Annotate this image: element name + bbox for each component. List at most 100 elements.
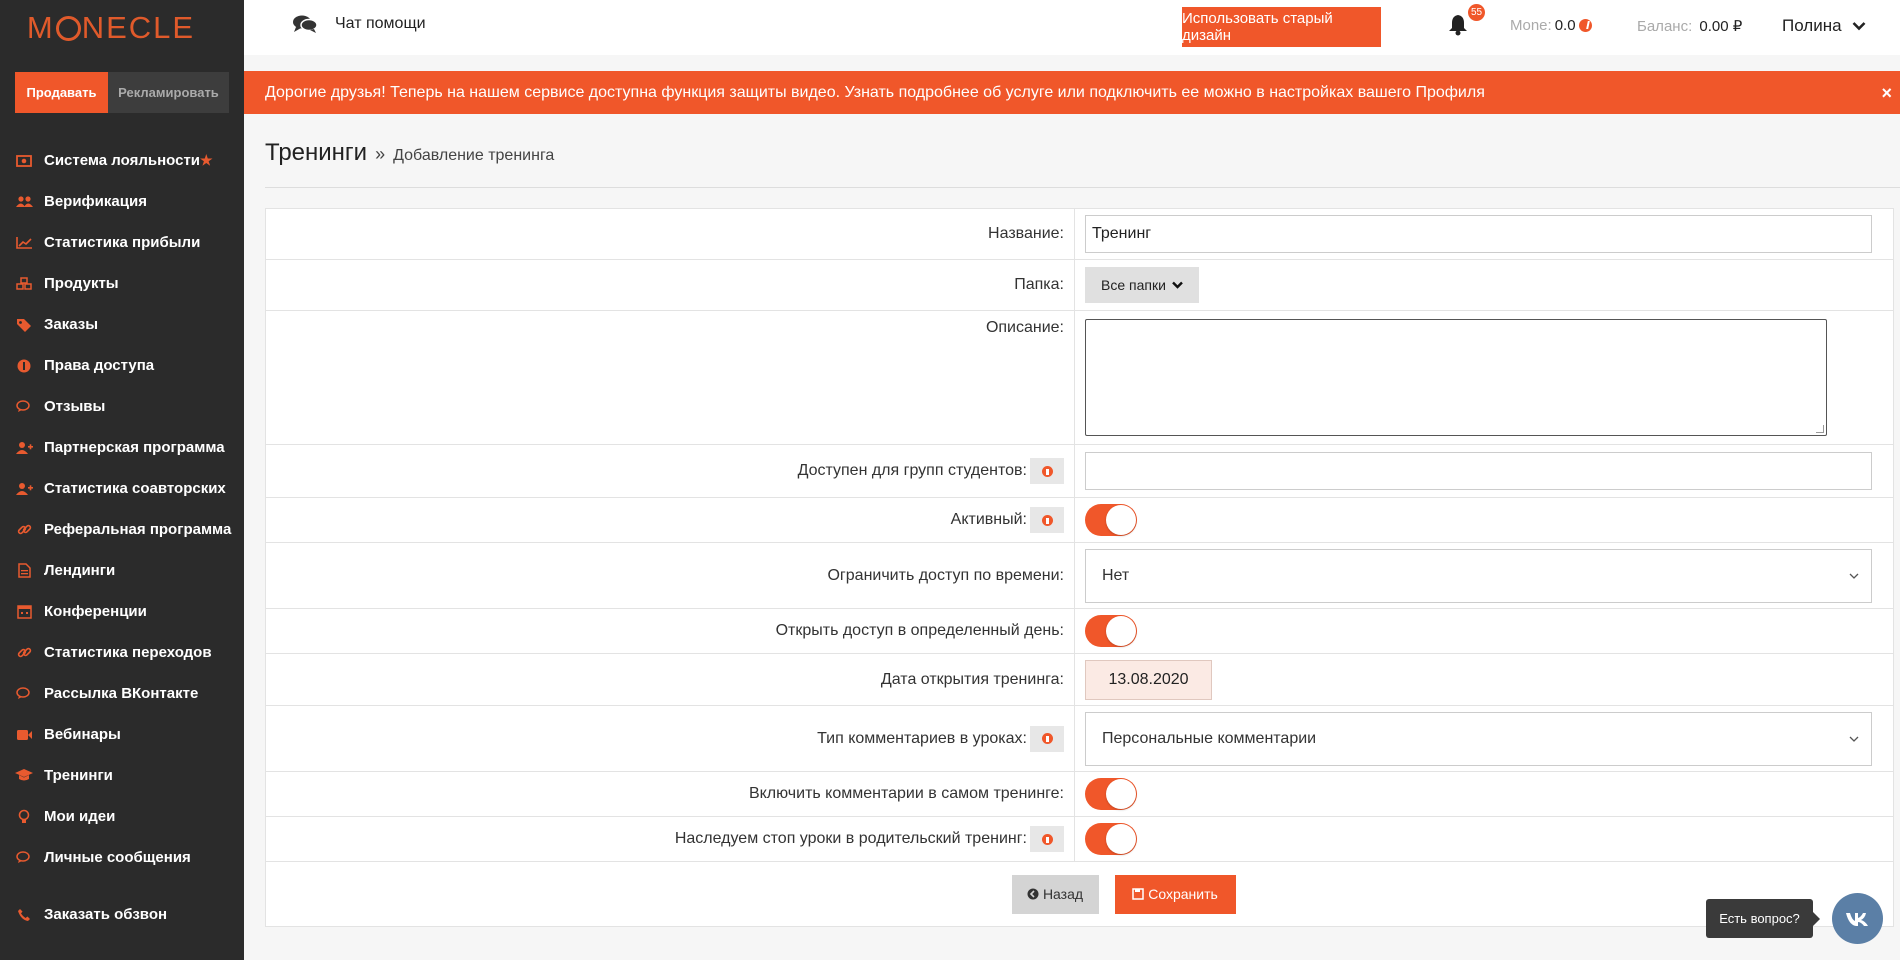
- question-tooltip[interactable]: Есть вопрос?: [1706, 899, 1820, 938]
- sidebar-item-label: Продукты: [44, 275, 119, 292]
- sidebar-item-reviews[interactable]: Отзывы: [0, 386, 244, 427]
- balance-value: 0.00 ₽: [1699, 18, 1743, 35]
- groups-input[interactable]: [1085, 452, 1872, 490]
- chevron-down-icon: [1172, 281, 1183, 289]
- training-form: Название: Тренинг Папка: Все папки Описа…: [265, 208, 1894, 927]
- sidebar-bottom: Заказать обзвон: [0, 894, 244, 935]
- announcement-banner: Дорогие друзья! Теперь на нашем сервисе …: [244, 71, 1900, 114]
- form-row-open-day: Открыть доступ в определенный день:: [266, 609, 1893, 654]
- sidebar-item-profit-stats[interactable]: Статистика прибыли: [0, 222, 244, 263]
- mone-label: Mone:: [1510, 17, 1552, 34]
- old-design-button[interactable]: Использовать старый дизайн: [1182, 7, 1381, 47]
- lightbulb-icon: [15, 808, 33, 826]
- comments-icon: [15, 849, 33, 867]
- link-icon: [15, 644, 33, 662]
- tab-sell[interactable]: Продавать: [15, 72, 108, 113]
- breadcrumb-current: Добавление тренинга: [393, 147, 555, 164]
- comment-type-label: Тип комментариев в уроках:: [266, 706, 1075, 771]
- back-label: Назад: [1042, 886, 1084, 902]
- info-icon[interactable]: [1030, 458, 1064, 484]
- enable-comments-toggle[interactable]: [1085, 778, 1137, 810]
- info-icon[interactable]: [1030, 507, 1064, 533]
- sidebar-item-referral-program[interactable]: Реферальная программа: [0, 509, 244, 550]
- save-button[interactable]: Сохранить: [1114, 874, 1236, 914]
- star-icon: ★: [200, 152, 213, 168]
- sidebar-item-conferences[interactable]: Конференции: [0, 591, 244, 632]
- sidebar-item-label: Вебинары: [44, 726, 121, 743]
- open-day-toggle[interactable]: [1085, 615, 1137, 647]
- active-toggle[interactable]: [1085, 504, 1137, 536]
- time-limit-value: Нет: [1102, 566, 1130, 584]
- comment-type-select[interactable]: Персональные комментарии: [1085, 711, 1872, 766]
- tab-advertise[interactable]: Рекламировать: [108, 72, 229, 113]
- coin-icon: [1578, 19, 1592, 32]
- announcement-text: Дорогие друзья! Теперь на нашем сервисе …: [265, 83, 1485, 101]
- back-button[interactable]: Назад: [1011, 874, 1099, 914]
- open-date-label: Дата открытия тренинга:: [266, 654, 1075, 705]
- page-title[interactable]: Тренинги: [265, 139, 367, 167]
- form-actions: Назад Сохранить: [266, 862, 1893, 926]
- active-label: Активный:: [266, 498, 1075, 542]
- sidebar-item-messages[interactable]: Личные сообщения: [0, 837, 244, 878]
- vk-chat-button[interactable]: [1832, 893, 1883, 944]
- description-textarea[interactable]: [1085, 319, 1827, 436]
- sidebar-item-partner-program[interactable]: Партнерская программа: [0, 427, 244, 468]
- form-row-active: Активный:: [266, 498, 1893, 543]
- sidebar-item-orders[interactable]: Заказы: [0, 304, 244, 345]
- sidebar-item-coauthor-stats[interactable]: Статистика соавторских: [0, 468, 244, 509]
- folder-dropdown[interactable]: Все папки: [1085, 267, 1199, 303]
- inherit-stop-toggle[interactable]: [1085, 823, 1137, 855]
- sidebar-item-label: Заказы: [44, 316, 99, 333]
- bell-icon[interactable]: [1448, 14, 1468, 41]
- users-icon: [15, 193, 33, 211]
- sidebar-item-click-stats[interactable]: Статистика переходов: [0, 632, 244, 673]
- sidebar-item-label: Статистика прибыли: [44, 234, 201, 251]
- line-chart-icon: [15, 234, 33, 252]
- money-icon: [15, 152, 33, 170]
- logo[interactable]: M NECLE: [0, 0, 244, 55]
- sidebar-item-label: Мои идеи: [44, 808, 116, 825]
- sidebar-item-vk-mailing[interactable]: Рассылка ВКонтакте: [0, 673, 244, 714]
- tags-icon: [15, 316, 33, 334]
- save-icon: [1132, 888, 1144, 900]
- info-icon[interactable]: [1030, 725, 1064, 752]
- sidebar-item-loyalty[interactable]: Система лояльности ★: [0, 140, 244, 181]
- sidebar-item-verification[interactable]: Верификация: [0, 181, 244, 222]
- calendar-icon: [15, 603, 33, 621]
- open-date-input[interactable]: 13.08.2020: [1085, 659, 1212, 700]
- sidebar-item-my-ideas[interactable]: Мои идеи: [0, 796, 244, 837]
- sidebar-item-label: Система лояльности: [44, 152, 201, 169]
- name-input[interactable]: Тренинг: [1085, 215, 1872, 253]
- sidebar-item-order-call[interactable]: Заказать обзвон: [0, 894, 244, 935]
- help-chat-link[interactable]: Чат помощи: [292, 14, 426, 34]
- file-icon: [15, 562, 33, 580]
- balance: Баланс: 0.00 ₽: [1637, 17, 1742, 35]
- name-label: Название:: [266, 209, 1075, 259]
- form-row-folder: Папка: Все папки: [266, 260, 1893, 311]
- sidebar-item-trainings[interactable]: Тренинги: [0, 755, 244, 796]
- sidebar-item-products[interactable]: Продукты: [0, 263, 244, 304]
- sidebar-item-label: Конференции: [44, 603, 147, 620]
- vk-icon: [1845, 912, 1868, 926]
- comment-type-value: Персональные комментарии: [1102, 729, 1317, 747]
- mone-balance: Mone: 0.0: [1510, 17, 1592, 34]
- sidebar-menu: Система лояльности ★ Верификация Статист…: [0, 140, 244, 878]
- sidebar-item-webinars[interactable]: Вебинары: [0, 714, 244, 755]
- mode-tabs: Продавать Рекламировать: [15, 72, 229, 113]
- sidebar-item-label: Отзывы: [44, 398, 106, 415]
- open-day-label: Открыть доступ в определенный день:: [266, 609, 1075, 653]
- enable-comments-label: Включить комментарии в самом тренинге:: [266, 772, 1075, 816]
- sidebar-item-label: Верификация: [44, 193, 147, 210]
- form-row-inherit-stop: Наследуем стоп уроки в родительский трен…: [266, 817, 1893, 862]
- chevron-down-icon: [1849, 573, 1859, 579]
- sidebar-item-label: Партнерская программа: [44, 439, 225, 456]
- user-menu[interactable]: Полина: [1782, 16, 1866, 36]
- sidebar-item-landings[interactable]: Лендинги: [0, 550, 244, 591]
- info-icon[interactable]: [1030, 826, 1064, 852]
- sidebar-item-access-rights[interactable]: Права доступа: [0, 345, 244, 386]
- balance-label: Баланс:: [1637, 18, 1693, 35]
- cubes-icon: [15, 275, 33, 293]
- close-icon[interactable]: ×: [1881, 83, 1892, 104]
- time-limit-select[interactable]: Нет: [1085, 548, 1872, 603]
- sidebar-item-label: Заказать обзвон: [44, 906, 168, 923]
